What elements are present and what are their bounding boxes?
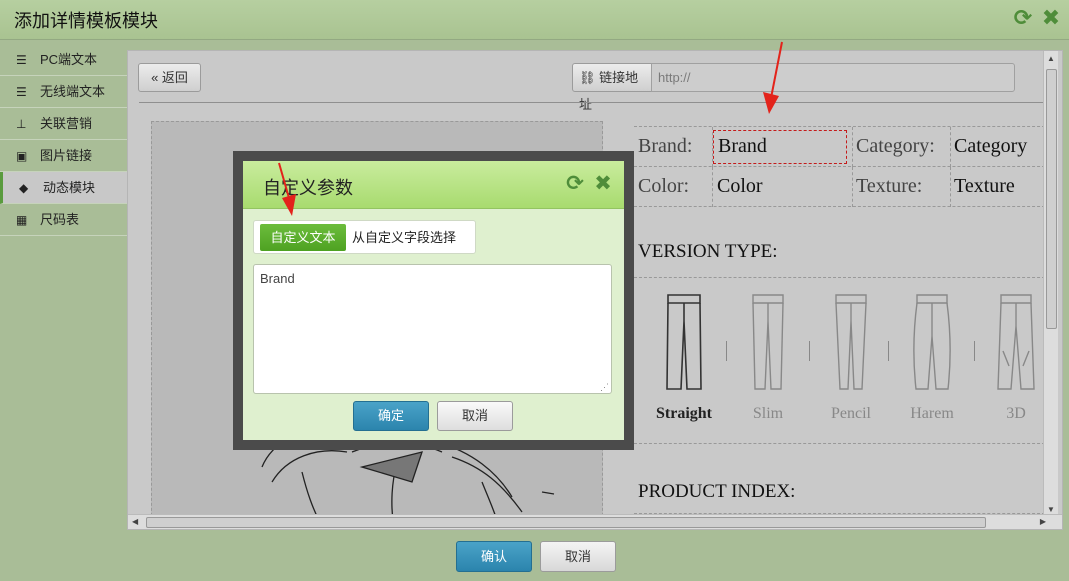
sidebar-item-label: 关联营销 [40,116,93,131]
pants-3d-icon [997,294,1035,390]
version-label: Straight [656,405,712,422]
attribute-table: Brand: Brand Category: Category Color: C… [634,126,1050,207]
product-index-heading: PRODUCT INDEX: [638,481,796,502]
table-icon: ▦ [16,213,28,227]
pants-pencil-icon [835,294,867,390]
horizontal-scrollbar[interactable]: ◀ ▶ [128,514,1062,529]
version-type-options: Straight Slim Pencil Harem 3D [634,291,1054,441]
sidebar-item-label: 图片链接 [40,148,93,163]
sidebar-item-dynamic-module[interactable]: ◆ 动态模块 [0,172,127,204]
tab-custom-text[interactable]: 自定义文本 [260,224,346,251]
brand-value[interactable]: Brand [713,130,847,164]
category-value[interactable]: Category [950,127,1027,167]
version-label: Slim [752,405,784,422]
picture-icon: ▣ [16,149,28,163]
align-left-icon: ☰ [16,85,27,99]
annotation-arrow-icon [763,41,783,114]
sidebar-item-size-chart[interactable]: ▦ 尺码表 [0,204,127,236]
scroll-down-icon[interactable]: ▼ [1047,505,1055,514]
divider [634,443,1050,444]
sidebar-item-related-marketing[interactable]: ⊥ 关联营销 [0,108,127,140]
scroll-up-icon[interactable]: ▲ [1047,54,1055,63]
vertical-scrollbar[interactable]: ▲ ▼ [1043,51,1058,517]
version-option-harem[interactable]: Harem [897,291,967,441]
version-option-straight[interactable]: Straight [649,291,719,441]
dialog-tabs: 自定义文本 从自定义字段选择 [253,220,476,254]
color-label: Color: [638,175,690,197]
sidebar-item-pc-text[interactable]: ☰ PC端文本 [0,44,127,76]
confirm-button[interactable]: 确认 [456,541,532,572]
table-row: Color: Color Texture: Texture [634,167,1050,207]
link-url-input[interactable]: http:// [651,63,1015,92]
divider [634,277,1050,278]
dialog-cancel-button[interactable]: 取消 [437,401,513,431]
link-label: ⛓ 链接地址 [572,63,652,112]
version-label: 3D [1006,405,1026,422]
scrollbar-thumb[interactable] [1046,69,1057,329]
scrollbar-thumb[interactable] [146,517,986,528]
scroll-left-icon[interactable]: ◀ [132,517,138,526]
version-label: Pencil [831,405,871,422]
back-button[interactable]: « 返回 [138,63,201,92]
dialog-ok-button[interactable]: 确定 [353,401,429,431]
table-row: Brand: Brand Category: Category [634,127,1050,167]
sidebar-item-label: 尺码表 [40,212,80,227]
version-label: Harem [910,405,954,422]
align-left-icon: ☰ [16,53,27,67]
pants-harem-icon [913,294,951,390]
annotation-arrow-icon [278,162,296,216]
refresh-icon[interactable]: ⟳ [564,172,586,196]
tag-icon: ◆ [19,181,29,195]
cancel-button[interactable]: 取消 [540,541,616,572]
version-type-heading: VERSION TYPE: [638,241,778,262]
sidebar-item-label: 无线端文本 [40,84,106,99]
link-field-group: ⛓ 链接地址 http:// [572,63,1015,112]
window-title-bar: 添加详情模板模块 ⟳ ✖ [0,0,1069,40]
category-label: Category: [856,135,935,157]
sidebar-item-label: 动态模块 [43,180,96,195]
sidebar-item-mobile-text[interactable]: ☰ 无线端文本 [0,76,127,108]
sidebar: ☰ PC端文本 ☰ 无线端文本 ⊥ 关联营销 ▣ 图片链接 ◆ 动态模块 ▦ 尺… [0,44,127,581]
pants-slim-icon [752,294,784,390]
custom-text-input[interactable]: Brand ⋰ [253,264,612,394]
sidebar-item-label: PC端文本 [40,52,98,67]
pants-straight-icon [666,294,702,390]
link-icon: ⛓ [579,70,596,85]
brand-label: Brand: [638,135,693,157]
sidebar-item-image-link[interactable]: ▣ 图片链接 [0,140,127,172]
version-option-3d[interactable]: 3D [981,291,1051,441]
version-option-pencil[interactable]: Pencil [816,291,886,441]
scroll-right-icon[interactable]: ▶ [1040,517,1046,526]
texture-label: Texture: [856,175,923,197]
resize-handle-icon[interactable]: ⋰ [600,382,609,393]
tab-select-custom-field[interactable]: 从自定义字段选择 [352,224,472,251]
texture-value[interactable]: Texture [950,167,1015,207]
close-icon[interactable]: ✖ [592,172,614,196]
refresh-icon[interactable]: ⟳ [1011,6,1035,30]
divider [139,102,1051,103]
color-value[interactable]: Color [713,167,763,207]
sitemap-icon: ⊥ [16,117,27,131]
window-title: 添加详情模板模块 [14,11,158,32]
close-icon[interactable]: ✖ [1039,6,1063,30]
version-option-slim[interactable]: Slim [733,291,803,441]
